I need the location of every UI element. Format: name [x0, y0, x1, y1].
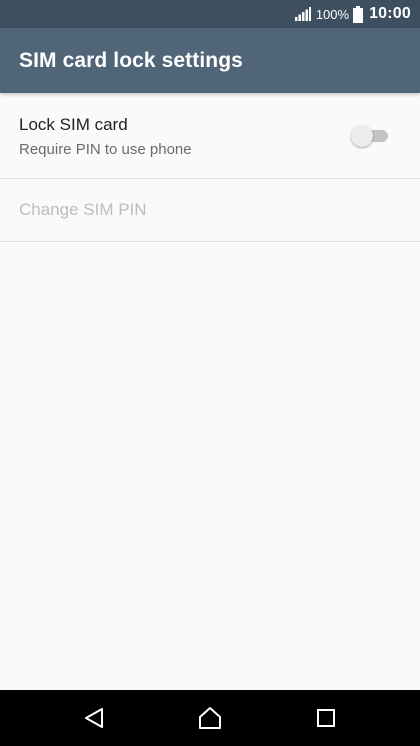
status-bar: 100% 10:00 — [0, 0, 420, 28]
recent-apps-icon[interactable] — [312, 704, 340, 732]
navigation-bar — [0, 690, 420, 746]
home-icon[interactable] — [196, 704, 224, 732]
change-sim-pin-title: Change SIM PIN — [19, 200, 147, 219]
page-title: SIM card lock settings — [19, 48, 243, 72]
lock-sim-card-summary: Require PIN to use phone — [19, 141, 192, 158]
status-clock: 10:00 — [369, 5, 411, 22]
battery-icon — [353, 5, 364, 23]
preference-list: Lock SIM card Require PIN to use phone C… — [0, 93, 420, 242]
battery-percent: 100% — [315, 6, 350, 22]
app-bar: SIM card lock settings — [0, 28, 420, 93]
lock-sim-card-toggle[interactable] — [351, 125, 389, 147]
change-sim-pin-setting: Change SIM PIN — [0, 179, 420, 242]
toggle-thumb — [351, 125, 373, 147]
lock-sim-card-setting[interactable]: Lock SIM card Require PIN to use phone — [0, 93, 420, 179]
back-icon[interactable] — [80, 704, 108, 732]
signal-icon — [294, 7, 311, 21]
lock-sim-card-title: Lock SIM card — [19, 115, 128, 134]
